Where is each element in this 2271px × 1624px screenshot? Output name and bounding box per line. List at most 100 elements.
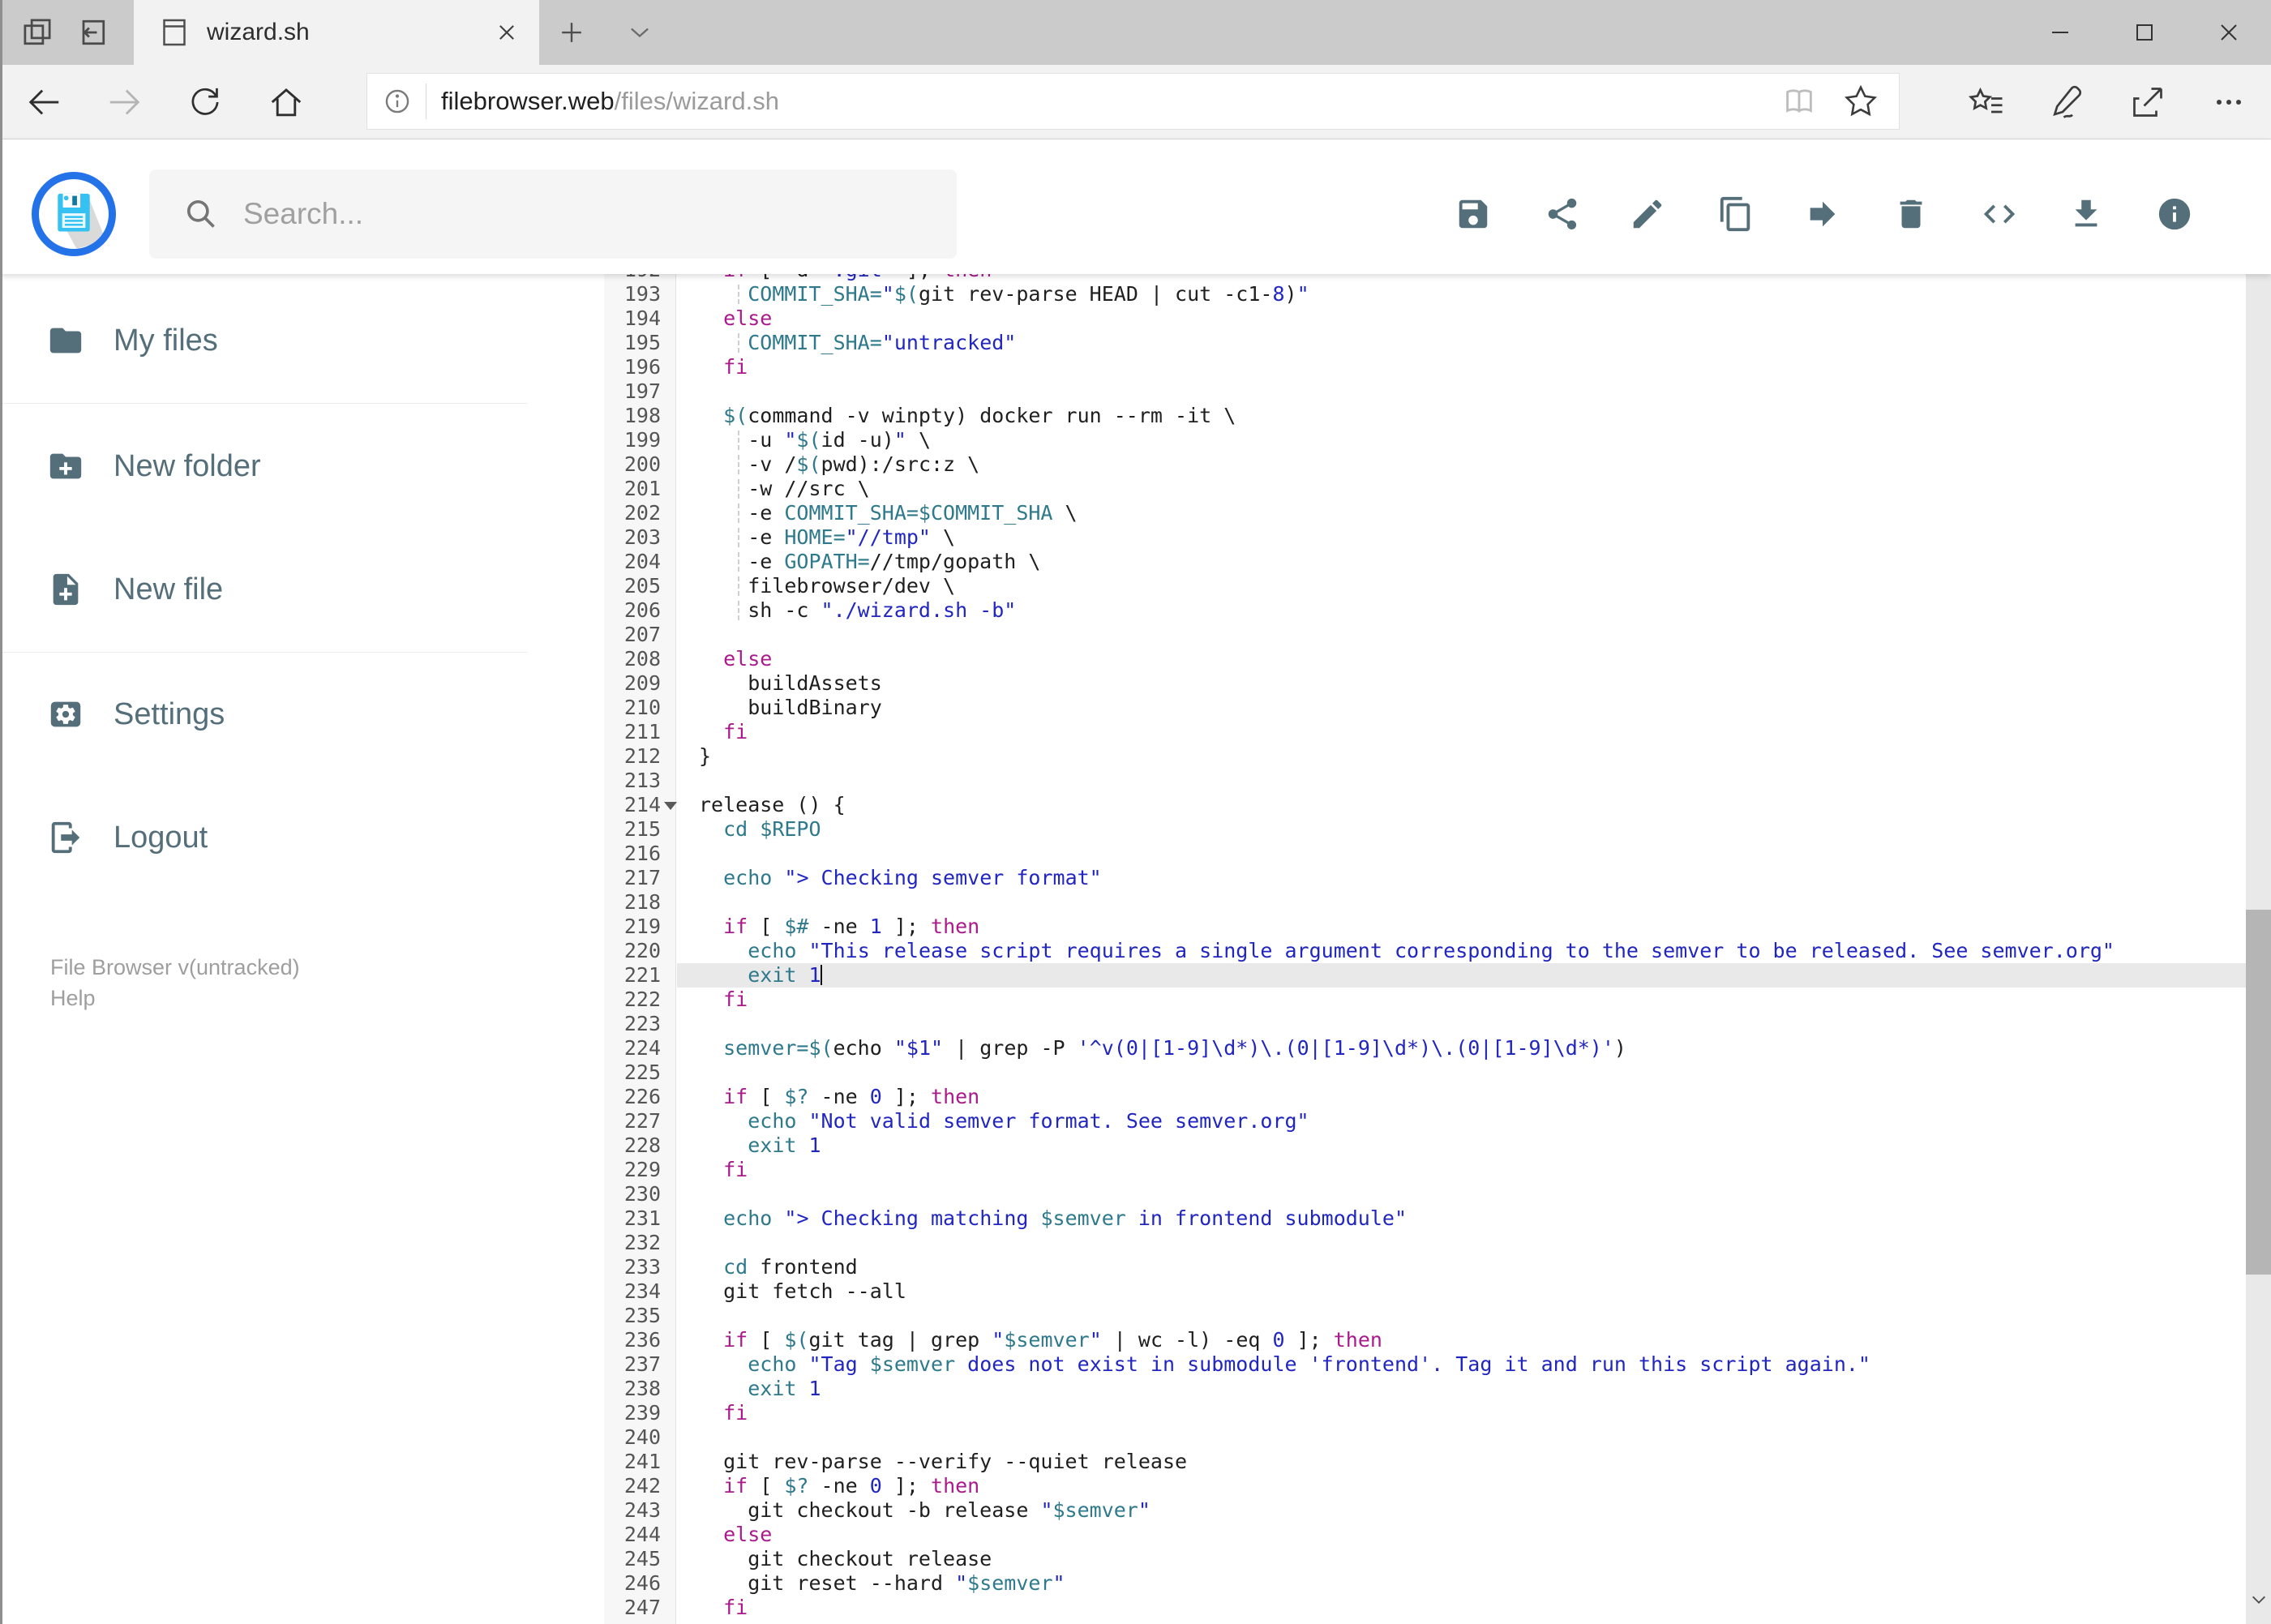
download-button[interactable]	[2064, 192, 2108, 236]
favorite-star-icon[interactable]	[1842, 83, 1879, 120]
code-line[interactable]	[677, 1425, 2246, 1450]
code-line[interactable]: git checkout release	[677, 1547, 2246, 1571]
code-line[interactable]: COMMIT_SHA="$(git rev-parse HEAD | cut -…	[677, 282, 2246, 306]
fold-arrow-icon[interactable]	[664, 802, 677, 810]
site-info-icon[interactable]	[382, 86, 413, 117]
code-line[interactable]	[677, 1182, 2246, 1206]
set-aside-tabs-icon[interactable]	[15, 11, 60, 54]
code-line[interactable]: git reset --hard "$semver"	[677, 1571, 2246, 1596]
delete-button[interactable]	[1889, 192, 1933, 236]
code-line[interactable]: echo "> Checking semver format"	[677, 866, 2246, 890]
address-bar[interactable]: filebrowser.web/files/wizard.sh	[366, 73, 1900, 130]
code-line[interactable]: echo "This release script requires a sin…	[677, 939, 2246, 963]
annotate-icon[interactable]	[2037, 75, 2093, 130]
code-line[interactable]: else	[677, 306, 2246, 331]
copy-button[interactable]	[1714, 192, 1758, 236]
code-line[interactable]: -u "$(id -u)" \	[677, 428, 2246, 452]
tabs-preview-icon[interactable]	[70, 11, 115, 54]
code-line[interactable]: if [ $# -ne 1 ]; then	[677, 915, 2246, 939]
share-button[interactable]	[1540, 192, 1584, 236]
code-line[interactable]: else	[677, 1523, 2246, 1547]
code-line[interactable]: release () {	[677, 793, 2246, 817]
code-line[interactable]: fi	[677, 1158, 2246, 1182]
code-line[interactable]: sh -c "./wizard.sh -b"	[677, 598, 2246, 623]
code-line[interactable]: fi	[677, 720, 2246, 744]
code-line[interactable]: -w //src \	[677, 477, 2246, 501]
reading-view-icon[interactable]	[1780, 83, 1818, 120]
code-line[interactable]: }	[677, 744, 2246, 769]
scrollbar-thumb[interactable]	[2246, 910, 2271, 1275]
code-line[interactable]: if [ $(git tag | grep "$semver" | wc -l)…	[677, 1328, 2246, 1352]
code-line[interactable]	[677, 1304, 2246, 1328]
code-line[interactable]: -v /$(pwd):/src:z \	[677, 452, 2246, 477]
code-line[interactable]: COMMIT_SHA="untracked"	[677, 331, 2246, 355]
back-icon[interactable]	[16, 75, 73, 130]
home-icon[interactable]	[258, 75, 315, 130]
code-line[interactable]: echo "Not valid semver format. See semve…	[677, 1109, 2246, 1133]
code-line[interactable]: exit 1	[677, 1377, 2246, 1401]
code-line[interactable]: git fetch --all	[677, 1279, 2246, 1304]
refresh-icon[interactable]	[177, 75, 234, 130]
code-button[interactable]	[1977, 192, 2021, 236]
hub-icon[interactable]	[1958, 75, 2015, 130]
code-line[interactable]	[677, 1012, 2246, 1036]
code-line[interactable]: fi	[677, 988, 2246, 1012]
code-line[interactable]: echo "> Checking matching $semver in fro…	[677, 1206, 2246, 1231]
code-line[interactable]: git checkout -b release "$semver"	[677, 1498, 2246, 1523]
code-line[interactable]: fi	[677, 1401, 2246, 1425]
code-line[interactable]: if [ -d ".git" ]; then	[677, 274, 2246, 282]
code-line[interactable]: buildBinary	[677, 696, 2246, 720]
code-line[interactable]	[677, 842, 2246, 866]
code-line[interactable]	[677, 379, 2246, 404]
code-editor[interactable]: 1921931941951961971981992002012022032042…	[604, 274, 2246, 1624]
edit-button[interactable]	[1626, 192, 1669, 236]
page-scrollbar[interactable]	[2246, 139, 2271, 1624]
code-line[interactable]: cd frontend	[677, 1255, 2246, 1279]
save-button[interactable]	[1451, 192, 1495, 236]
search-input[interactable]	[242, 196, 877, 232]
code-line[interactable]: -e HOME="//tmp" \	[677, 525, 2246, 550]
code-line[interactable]: -e GOPATH=//tmp/gopath \	[677, 550, 2246, 574]
code-line[interactable]	[677, 1231, 2246, 1255]
code-line[interactable]: exit 1	[677, 1133, 2246, 1158]
share-icon[interactable]	[2119, 75, 2176, 130]
code-line[interactable]: buildAssets	[677, 671, 2246, 696]
sidebar-item-new-file[interactable]: New file	[0, 563, 600, 615]
sidebar-item-logout[interactable]: Logout	[0, 812, 600, 863]
maximize-icon[interactable]	[2102, 0, 2187, 65]
code-line[interactable]: fi	[677, 1596, 2246, 1620]
app-logo[interactable]	[32, 172, 116, 256]
tab-dropdown-chevron-icon[interactable]	[610, 11, 670, 54]
code-line[interactable]	[677, 769, 2246, 793]
code-line[interactable]: filebrowser/dev \	[677, 574, 2246, 598]
move-button[interactable]	[1801, 192, 1845, 236]
code-line[interactable]	[677, 1061, 2246, 1085]
code-line[interactable]: fi	[677, 355, 2246, 379]
code-line[interactable]: semver=$(echo "$1" | grep -P '^v(0|[1-9]…	[677, 1036, 2246, 1061]
browser-tab[interactable]: wizard.sh	[134, 0, 539, 65]
sidebar-item-settings[interactable]: Settings	[0, 688, 600, 740]
scroll-down-icon[interactable]	[2246, 1583, 2271, 1616]
close-icon[interactable]	[2187, 0, 2271, 65]
help-link[interactable]: Help	[50, 986, 96, 1011]
forward-icon[interactable]	[96, 75, 152, 130]
minimize-icon[interactable]	[2018, 0, 2102, 65]
code-line[interactable]: $(command -v winpty) docker run --rm -it…	[677, 404, 2246, 428]
code-line[interactable]: git rev-parse --verify --quiet release	[677, 1450, 2246, 1474]
sidebar-item-my-files[interactable]: My files	[0, 315, 600, 366]
search-box[interactable]	[149, 169, 957, 259]
new-tab-icon[interactable]	[542, 11, 602, 54]
close-tab-icon[interactable]	[495, 21, 518, 44]
code-line[interactable]: echo "Tag $semver does not exist in subm…	[677, 1352, 2246, 1377]
code-line[interactable]: -e COMMIT_SHA=$COMMIT_SHA \	[677, 501, 2246, 525]
code-line[interactable]	[677, 890, 2246, 915]
code-line[interactable]: if [ $? -ne 0 ]; then	[677, 1085, 2246, 1109]
code-line[interactable]: if [ $? -ne 0 ]; then	[677, 1474, 2246, 1498]
code-line[interactable]: cd $REPO	[677, 817, 2246, 842]
url-text[interactable]: filebrowser.web/files/wizard.sh	[441, 87, 779, 116]
info-button[interactable]	[2153, 192, 2196, 236]
code-line[interactable]	[677, 623, 2246, 647]
more-options-icon[interactable]	[2200, 75, 2257, 130]
code-line[interactable]: exit 1	[677, 963, 2246, 988]
code-line[interactable]: else	[677, 647, 2246, 671]
